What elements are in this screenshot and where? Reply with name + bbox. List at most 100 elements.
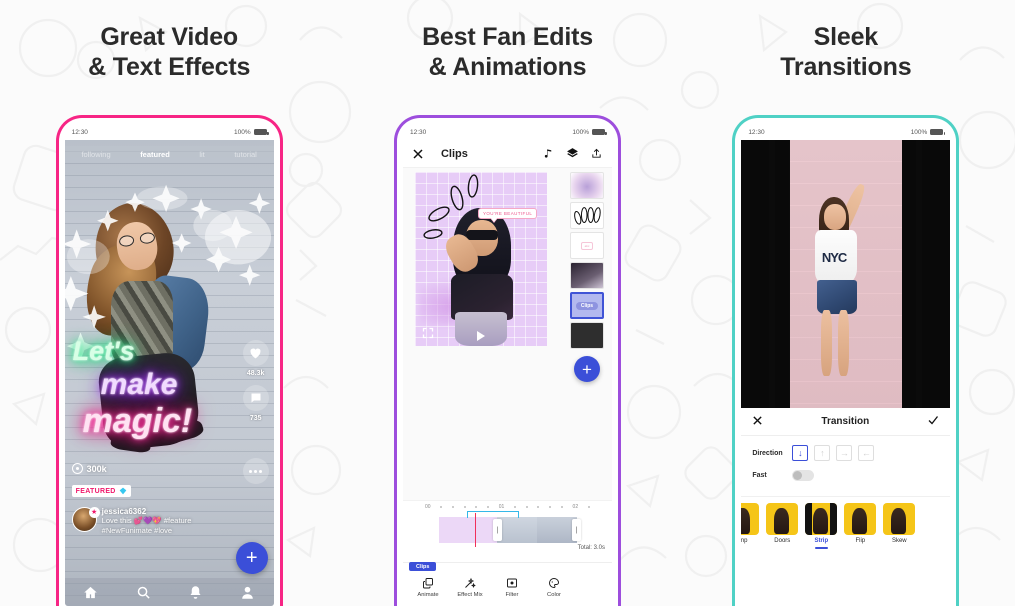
like-button[interactable] (242, 340, 269, 366)
trim-handle-left[interactable]: | (492, 519, 502, 541)
panel-title-1: Great Video & Text Effects (88, 23, 251, 82)
add-layer-button[interactable]: + (573, 356, 600, 382)
caption-line-1: Love this 💕💜💖 #feature (101, 516, 192, 525)
close-icon[interactable] (411, 146, 426, 161)
battery-icon (591, 129, 607, 135)
fast-label: Fast (752, 472, 767, 479)
doodle-overlay (423, 174, 479, 239)
effect-doors[interactable]: Doors (766, 503, 799, 549)
effect-thumbnail (766, 503, 799, 535)
copy-icon (423, 578, 433, 589)
panel-title-3: Sleek Transitions (780, 23, 912, 82)
effect-strip[interactable]: Strip (805, 503, 838, 549)
feed-tab-lit[interactable]: lit (199, 150, 204, 159)
timeline-playhead[interactable] (474, 513, 477, 547)
status-time: 12:30 (409, 128, 427, 136)
tool-effect-mix[interactable]: Effect Mix (449, 577, 491, 598)
avatar[interactable]: ★ (71, 507, 100, 532)
direction-up-button[interactable]: ↑ (814, 445, 831, 461)
layer-smoke[interactable] (569, 172, 604, 199)
create-button[interactable]: + (235, 542, 268, 574)
like-count: 48.3k (246, 370, 265, 377)
editor-toolbar[interactable]: Clips Animate Effect Mix Filter Color (402, 562, 612, 606)
fast-row: Fast (752, 470, 939, 481)
layer-photo[interactable] (569, 262, 604, 289)
layer-bubble[interactable]: abc (569, 232, 604, 259)
effect-thumbnail (883, 503, 916, 535)
battery-icon (930, 129, 946, 135)
status-bar-3: 12:30 100% (741, 124, 951, 140)
timeline-track[interactable]: | | (438, 517, 610, 543)
layers-icon[interactable] (565, 146, 580, 161)
view-count: 300k (86, 463, 107, 474)
expand-icon[interactable] (422, 327, 434, 339)
effect-thumbnail (741, 503, 760, 535)
timeline-mark-02: 02 (572, 504, 579, 510)
effect-label: Doors (774, 538, 791, 544)
effect-flip[interactable]: Flip (844, 503, 877, 549)
status-battery-pct: 100% (910, 128, 928, 136)
home-icon[interactable] (83, 585, 98, 600)
diamond-icon (119, 487, 126, 495)
comment-button[interactable] (242, 385, 269, 411)
direction-down-button[interactable]: ↓ (792, 445, 809, 461)
feed-tab-featured[interactable]: featured (140, 150, 170, 159)
status-time: 12:30 (71, 128, 88, 136)
layer-background[interactable] (569, 322, 604, 349)
transition-screen: NYC Transition Direction ↓ ↑ → ← Fast p … (741, 140, 951, 606)
check-icon[interactable] (927, 413, 939, 431)
layer-clips-label: Clips (575, 301, 599, 310)
status-time: 12:30 (748, 128, 765, 136)
fast-toggle[interactable] (792, 470, 815, 481)
tool-animate[interactable]: Animate (407, 577, 449, 598)
effect-label: Strip (814, 538, 829, 544)
effect-label: mp (741, 538, 748, 544)
layer-panel[interactable]: abc Clips + (569, 172, 604, 382)
layer-clips[interactable]: Clips (569, 292, 604, 319)
timeline-clip-2[interactable]: | (492, 517, 537, 543)
video-feed[interactable]: following featured lit tutorial Let's ma… (64, 140, 274, 606)
effect-jump[interactable]: mp (741, 503, 760, 549)
trim-handle-right[interactable]: | (571, 519, 581, 541)
bell-icon[interactable] (188, 585, 203, 600)
effect-label: Flip (855, 538, 866, 544)
speech-bubble[interactable]: YOU'RE BEAUTIFUL (477, 208, 538, 219)
status-battery-pct: 100% (572, 128, 589, 136)
editor-canvas-area: YOU'RE BEAUTIFUL abc Clips + (402, 168, 612, 500)
effect-label: Skew (891, 538, 907, 544)
layer-doodle[interactable] (569, 202, 604, 229)
transition-preview[interactable]: NYC (741, 140, 951, 408)
verified-star-icon: ★ (88, 507, 100, 518)
direction-left-button[interactable]: ← (858, 445, 875, 461)
timeline-clip-1[interactable] (438, 517, 497, 543)
music-note-icon[interactable] (541, 146, 556, 161)
direction-right-button[interactable]: → (836, 445, 853, 461)
tool-color[interactable]: Color (533, 577, 575, 598)
feed-tab-tutorial[interactable]: tutorial (234, 150, 257, 159)
close-icon[interactable] (752, 413, 763, 431)
editor-canvas[interactable]: YOU'RE BEAUTIFUL (414, 172, 547, 346)
bottom-navigation[interactable] (64, 578, 274, 606)
tool-effect-mix-label: Effect Mix (457, 592, 483, 598)
feed-tabs[interactable]: following featured lit tutorial (64, 146, 274, 163)
feed-tab-following[interactable]: following (81, 150, 110, 159)
effect-skew[interactable]: Skew (883, 503, 916, 549)
transition-effect-list[interactable]: mp Doors Strip Flip (741, 496, 951, 549)
transition-title: Transition (821, 416, 870, 427)
battery-icon (253, 129, 269, 135)
panel-title-2: Best Fan Edits & Animations (422, 23, 593, 82)
editor-timeline[interactable]: 00 01 02 | | Total: 3.0s (402, 500, 612, 562)
share-icon[interactable] (589, 146, 604, 161)
editor-title: Clips (440, 147, 468, 160)
active-tool-tag: Clips (408, 562, 437, 571)
phone-mockup-3: 12:30 100% NYC Transition Direction ↓ ↑ … (732, 115, 960, 606)
status-bar-2: 12:30 100% (402, 124, 612, 140)
timeline-clip-3[interactable]: | (536, 517, 581, 543)
search-icon[interactable] (136, 585, 151, 600)
more-options-button[interactable] (242, 458, 269, 484)
profile-icon[interactable] (240, 585, 255, 600)
feed-user-row[interactable]: ★ jessica6362 Love this 💕💜💖 #feature #Ne… (71, 507, 192, 536)
play-icon[interactable] (476, 331, 485, 341)
tool-filter[interactable]: Filter (491, 577, 533, 598)
username[interactable]: jessica6362 (102, 507, 192, 516)
